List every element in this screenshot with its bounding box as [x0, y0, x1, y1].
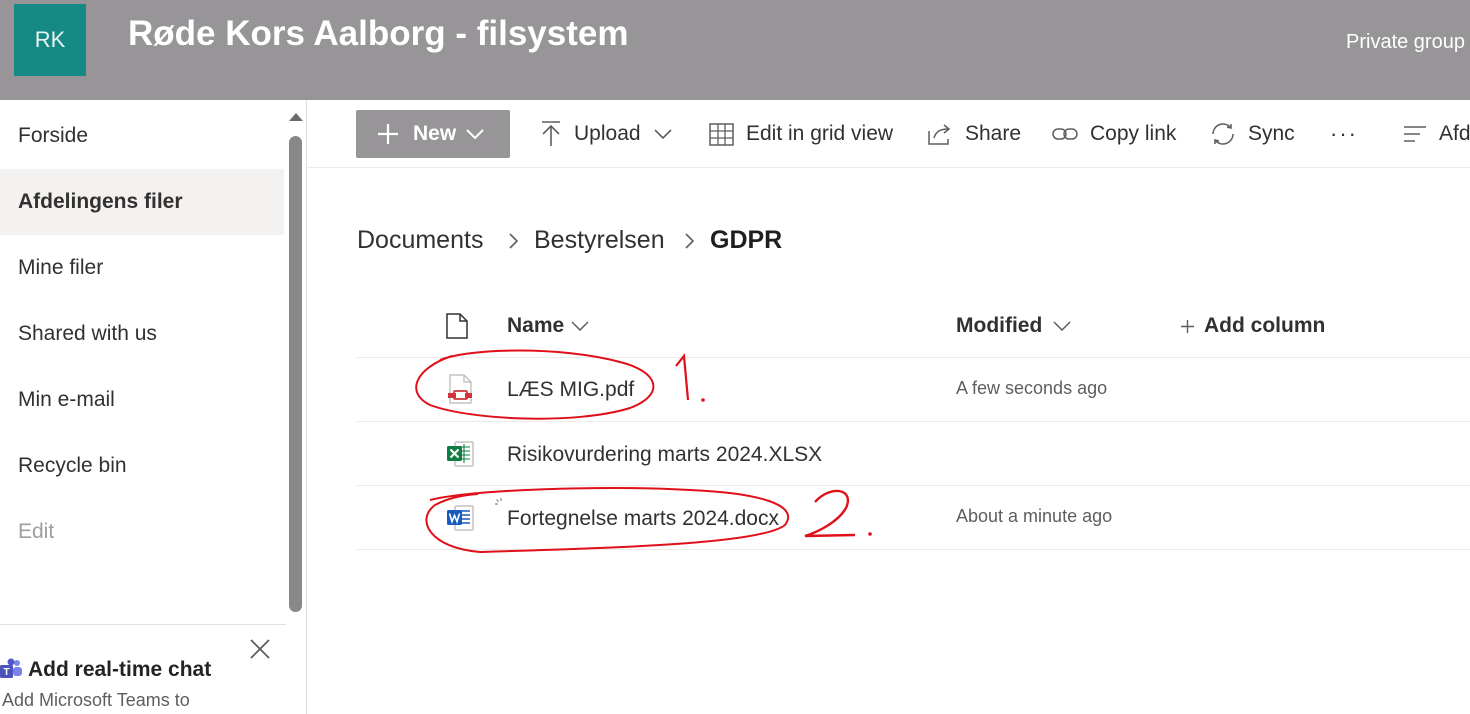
- view-lines-icon: [1404, 126, 1426, 142]
- new-button-label: New: [413, 122, 457, 145]
- grid-icon: [709, 122, 734, 146]
- edit-grid-view-button[interactable]: Edit in grid view: [709, 110, 893, 158]
- file-name-xlsx[interactable]: Risikovurdering marts 2024.XLSX: [507, 443, 822, 467]
- row-divider: [356, 421, 1470, 422]
- nav-item-forside[interactable]: Forside: [0, 103, 284, 169]
- copy-link-button[interactable]: Copy link: [1052, 110, 1176, 158]
- sync-icon: [1212, 123, 1234, 145]
- file-modified: A few seconds ago: [956, 378, 1108, 398]
- nav-item-mine-filer[interactable]: Mine filer: [0, 235, 284, 301]
- upload-button[interactable]: Upload: [540, 110, 685, 158]
- nav-item-min-e-mail[interactable]: Min e-mail: [0, 367, 284, 433]
- row-divider: [356, 485, 1470, 486]
- row-divider: [356, 549, 1470, 550]
- nav-divider: [306, 100, 307, 714]
- nav-item-edit[interactable]: Edit: [0, 499, 284, 565]
- file-modified: About a minute ago: [956, 506, 1113, 526]
- share-button[interactable]: Share: [928, 110, 1021, 158]
- sync-button[interactable]: Sync: [1210, 110, 1295, 158]
- plus-icon: [378, 124, 398, 144]
- column-header-name[interactable]: Name: [507, 314, 564, 338]
- breadcrumb-current: GDPR: [710, 226, 783, 254]
- row-divider: [356, 357, 1470, 358]
- file-name-docx[interactable]: Fortegnelse marts 2024.docx: [507, 507, 779, 531]
- site-title[interactable]: Røde Kors Aalborg - filsystem: [128, 14, 628, 54]
- upload-label: Upload: [574, 122, 641, 145]
- new-item-indicator-icon: [495, 498, 502, 505]
- file-type-header-icon[interactable]: [446, 313, 468, 339]
- upload-icon: [542, 121, 560, 146]
- breadcrumb-bestyrelsen[interactable]: Bestyrelsen: [534, 226, 665, 255]
- close-icon[interactable]: [249, 638, 271, 660]
- copy-link-label: Copy link: [1090, 122, 1177, 145]
- nav-item-recycle-bin[interactable]: Recycle bin: [0, 433, 284, 499]
- share-label: Share: [965, 122, 1022, 145]
- chevron-right-icon: [509, 233, 519, 249]
- site-logo[interactable]: RK: [14, 4, 86, 76]
- chat-promo-subtitle: Add Microsoft Teams to: [2, 690, 190, 710]
- annotation-dot-2: [868, 532, 872, 536]
- word-icon: [447, 505, 474, 531]
- add-column-button[interactable]: Add column: [1204, 314, 1325, 338]
- chevron-right-icon: [685, 233, 695, 249]
- share-icon: [928, 124, 951, 145]
- nav-scrollbar-thumb[interactable]: [289, 136, 302, 612]
- annotation-dot-1: [701, 398, 705, 402]
- chat-promo-title: Add real-time chat: [28, 658, 212, 681]
- pdf-icon: [448, 374, 472, 404]
- group-privacy-label: Private group: [1346, 31, 1465, 53]
- column-header-modified[interactable]: Modified: [956, 314, 1042, 338]
- view-options-label: Afd: [1439, 122, 1470, 145]
- chevron-down-icon[interactable]: [571, 321, 589, 331]
- more-actions-button[interactable]: ···: [1330, 110, 1358, 158]
- scroll-up-arrow-icon[interactable]: [289, 113, 303, 121]
- svg-text:T: T: [3, 667, 9, 678]
- sync-label: Sync: [1248, 122, 1295, 145]
- new-button[interactable]: New: [356, 110, 510, 158]
- view-options-button[interactable]: Afd: [1403, 110, 1470, 158]
- excel-icon: [447, 441, 474, 467]
- teams-icon: T: [0, 658, 22, 678]
- plus-icon: [1181, 320, 1194, 333]
- breadcrumb-documents[interactable]: Documents: [357, 226, 483, 255]
- chevron-down-icon[interactable]: [1053, 321, 1071, 331]
- file-name-pdf[interactable]: LÆS MIG.pdf: [507, 378, 634, 402]
- nav-item-shared-with-us[interactable]: Shared with us: [0, 301, 284, 367]
- edit-grid-view-label: Edit in grid view: [746, 122, 894, 145]
- nav-item-afdelingens-filer[interactable]: Afdelingens filer: [0, 169, 284, 235]
- annotation-numeral-2: [804, 489, 856, 538]
- chevron-down-icon: [466, 129, 484, 140]
- annotation-numeral-1: [675, 353, 690, 401]
- link-icon: [1052, 128, 1078, 140]
- chevron-down-icon: [653, 129, 672, 140]
